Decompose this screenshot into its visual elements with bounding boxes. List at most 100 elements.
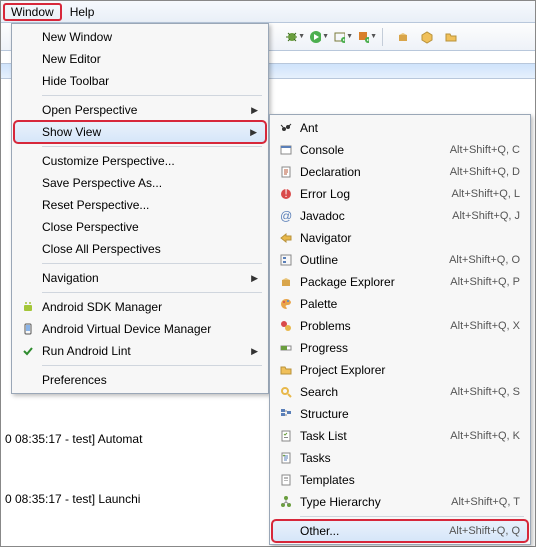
menu-window[interactable]: Window <box>3 3 62 21</box>
show-view-submenu: AntConsoleAlt+Shift+Q, CDeclarationAlt+S… <box>269 114 531 545</box>
menuitem-save-perspective-as[interactable]: Save Perspective As... <box>14 172 266 194</box>
open-type-button[interactable] <box>416 27 438 47</box>
outline-icon <box>278 252 294 268</box>
view-label: Palette <box>300 297 520 311</box>
project-explorer-icon <box>278 362 294 378</box>
window-menu-dropdown: New Window New Editor Hide Toolbar Open … <box>11 23 269 394</box>
separator <box>42 263 262 264</box>
menuitem-run-android-lint[interactable]: Run Android Lint▶ <box>14 340 266 362</box>
menuitem-preferences[interactable]: Preferences <box>14 369 266 391</box>
menuitem-close-all-perspectives[interactable]: Close All Perspectives <box>14 238 266 260</box>
run-last-button[interactable]: ▼ <box>332 27 354 47</box>
view-javadoc[interactable]: @ JavadocAlt+Shift+Q, J <box>272 205 528 227</box>
svg-text:!: ! <box>284 187 287 200</box>
javadoc-icon: @ <box>278 208 294 224</box>
view-label: Error Log <box>300 187 452 201</box>
view-label: Problems <box>300 319 450 333</box>
menuitem-android-avd-manager[interactable]: Android Virtual Device Manager <box>14 318 266 340</box>
menuitem-show-view[interactable]: Show View▶ <box>14 121 266 143</box>
view-label: Ant <box>300 121 520 135</box>
view-label: Search <box>300 385 450 399</box>
view-label: Package Explorer <box>300 275 450 289</box>
run-button[interactable]: ▼ <box>308 27 330 47</box>
structure-icon <box>278 406 294 422</box>
view-label: Outline <box>300 253 449 267</box>
keyboard-shortcut: Alt+Shift+Q, T <box>451 496 520 508</box>
view-palette[interactable]: Palette <box>272 293 528 315</box>
view-outline[interactable]: OutlineAlt+Shift+Q, O <box>272 249 528 271</box>
view-project-explorer[interactable]: Project Explorer <box>272 359 528 381</box>
separator <box>42 95 262 96</box>
view-label: Type Hierarchy <box>300 495 451 509</box>
new-package-button[interactable] <box>392 27 414 47</box>
view-label: Other... <box>300 524 449 538</box>
view-tasks[interactable]: Tasks <box>272 447 528 469</box>
svg-text:@: @ <box>280 209 292 223</box>
menuitem-new-window[interactable]: New Window <box>14 26 266 48</box>
palette-icon <box>278 296 294 312</box>
view-label: Structure <box>300 407 520 421</box>
tasks-icon <box>278 450 294 466</box>
ant-icon <box>278 120 294 136</box>
progress-icon <box>278 340 294 356</box>
android-icon <box>20 299 36 315</box>
view-label: Console <box>300 143 450 157</box>
view-templates[interactable]: Templates <box>272 469 528 491</box>
console-icon <box>278 142 294 158</box>
menuitem-open-perspective[interactable]: Open Perspective▶ <box>14 99 266 121</box>
menuitem-new-editor[interactable]: New Editor <box>14 48 266 70</box>
menuitem-reset-perspective[interactable]: Reset Perspective... <box>14 194 266 216</box>
open-folder-button[interactable] <box>440 27 462 47</box>
view-navigator[interactable]: Navigator <box>272 227 528 249</box>
view-task-list[interactable]: Task ListAlt+Shift+Q, K <box>272 425 528 447</box>
view-problems[interactable]: ProblemsAlt+Shift+Q, X <box>272 315 528 337</box>
menuitem-android-sdk-manager[interactable]: Android SDK Manager <box>14 296 266 318</box>
view-label: Navigator <box>300 231 520 245</box>
view-ant[interactable]: Ant <box>272 117 528 139</box>
keyboard-shortcut: Alt+Shift+Q, J <box>452 210 520 222</box>
view-label: Javadoc <box>300 209 452 223</box>
keyboard-shortcut: Alt+Shift+Q, P <box>450 276 520 288</box>
keyboard-shortcut: Alt+Shift+Q, O <box>449 254 520 266</box>
navigator-icon <box>278 230 294 246</box>
menuitem-close-perspective[interactable]: Close Perspective <box>14 216 266 238</box>
keyboard-shortcut: Alt+Shift+Q, K <box>450 430 520 442</box>
view-label: Task List <box>300 429 450 443</box>
device-icon <box>20 321 36 337</box>
separator <box>42 365 262 366</box>
view-structure[interactable]: Structure <box>272 403 528 425</box>
debug-button[interactable]: ▼ <box>284 27 306 47</box>
view-error-log[interactable]: ! Error LogAlt+Shift+Q, L <box>272 183 528 205</box>
menu-help[interactable]: Help <box>62 3 103 21</box>
separator <box>42 292 262 293</box>
declaration-icon <box>278 164 294 180</box>
check-icon <box>20 343 36 359</box>
view-type-hierarchy[interactable]: Type HierarchyAlt+Shift+Q, T <box>272 491 528 513</box>
error-log-icon: ! <box>278 186 294 202</box>
menuitem-customize-perspective[interactable]: Customize Perspective... <box>14 150 266 172</box>
view-label: Templates <box>300 473 520 487</box>
keyboard-shortcut: Alt+Shift+Q, X <box>450 320 520 332</box>
menuitem-hide-toolbar[interactable]: Hide Toolbar <box>14 70 266 92</box>
external-tools-button[interactable]: ▼ <box>356 27 378 47</box>
view-declaration[interactable]: DeclarationAlt+Shift+Q, D <box>272 161 528 183</box>
search-icon <box>278 384 294 400</box>
problems-icon <box>278 318 294 334</box>
menubar: Window Help <box>1 1 535 23</box>
view-other[interactable]: Other...Alt+Shift+Q, Q <box>272 520 528 542</box>
view-label: Tasks <box>300 451 520 465</box>
chevron-right-icon: ▶ <box>251 105 258 116</box>
view-console[interactable]: ConsoleAlt+Shift+Q, C <box>272 139 528 161</box>
view-label: Declaration <box>300 165 450 179</box>
templates-icon <box>278 472 294 488</box>
separator <box>42 146 262 147</box>
task-list-icon <box>278 428 294 444</box>
view-search[interactable]: SearchAlt+Shift+Q, S <box>272 381 528 403</box>
view-progress[interactable]: Progress <box>272 337 528 359</box>
view-label: Project Explorer <box>300 363 520 377</box>
chevron-right-icon: ▶ <box>251 273 258 284</box>
view-package-explorer[interactable]: Package ExplorerAlt+Shift+Q, P <box>272 271 528 293</box>
chevron-right-icon: ▶ <box>250 127 257 138</box>
keyboard-shortcut: Alt+Shift+Q, L <box>452 188 520 200</box>
menuitem-navigation[interactable]: Navigation▶ <box>14 267 266 289</box>
